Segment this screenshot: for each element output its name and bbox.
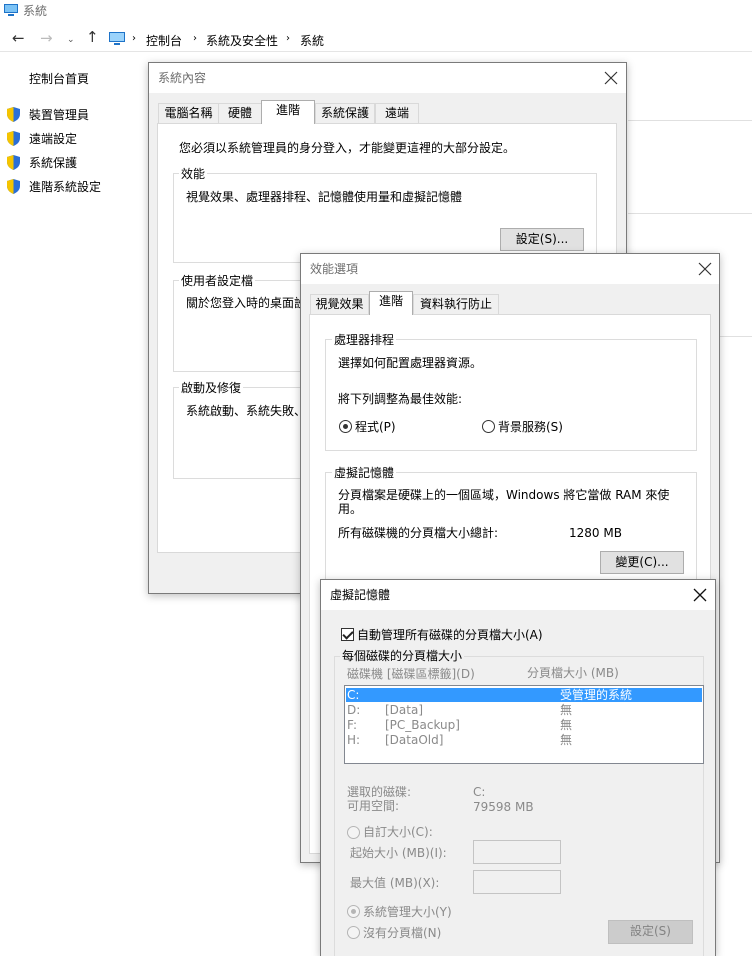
- free-space-value: 79598 MB: [473, 800, 534, 814]
- tab-system-protection[interactable]: 系統保護: [315, 103, 375, 124]
- chevron-right-icon: ›: [132, 33, 136, 44]
- close-icon[interactable]: [692, 587, 708, 603]
- drive-letter[interactable]: F:: [347, 718, 357, 732]
- performance-description: 視覺效果、處理器排程、記憶體使用量和虛擬記憶體: [186, 190, 463, 204]
- uac-shield-icon: [7, 107, 20, 122]
- initial-size-label: 起始大小 (MB)(I):: [350, 846, 447, 860]
- custom-size-radio[interactable]: [347, 826, 360, 839]
- breadcrumb-system-security[interactable]: 系統及安全性: [206, 32, 278, 48]
- per-drive-group-label: 每個磁碟的分頁檔大小: [340, 649, 465, 663]
- admin-note: 您必須以系統管理員的身分登入，才能變更這裡的大部分設定。: [179, 141, 516, 155]
- divider: [720, 336, 752, 337]
- dialog-title: 效能選項: [310, 262, 359, 276]
- custom-size-label[interactable]: 自訂大小(C):: [363, 825, 433, 839]
- drive-column-header: 磁碟機 [磁碟區標籤](D): [347, 667, 475, 681]
- chevron-right-icon: ›: [286, 33, 290, 44]
- set-button[interactable]: 設定(S): [608, 920, 693, 944]
- sidebar-item-system-protection[interactable]: 系統保護: [29, 156, 77, 170]
- programs-radio[interactable]: [339, 420, 352, 433]
- selected-drive-value: C:: [473, 785, 486, 799]
- adjust-for-label: 將下列調整為最佳效能:: [338, 392, 463, 406]
- system-managed-radio[interactable]: [347, 905, 360, 918]
- virtual-memory-label: 虛擬記憶體: [332, 466, 397, 480]
- size-column-header: 分頁檔大小 (MB): [527, 666, 619, 680]
- auto-manage-checkbox[interactable]: [341, 628, 354, 641]
- drive-label[interactable]: [Data]: [385, 703, 423, 717]
- dialog-title: 虛擬記憶體: [330, 588, 391, 602]
- sidebar-home-link[interactable]: 控制台首頁: [29, 72, 89, 86]
- system-managed-label[interactable]: 系統管理大小(Y): [363, 905, 452, 919]
- programs-radio-label[interactable]: 程式(P): [355, 420, 396, 434]
- uac-shield-icon: [7, 179, 20, 194]
- drive-letter[interactable]: C:: [347, 688, 359, 702]
- selected-drive-label: 選取的磁碟:: [347, 785, 412, 799]
- tab-data-execution-prevention[interactable]: 資料執行防止: [413, 294, 499, 315]
- breadcrumb-system[interactable]: 系統: [300, 32, 324, 48]
- back-arrow-icon[interactable]: ←: [12, 31, 25, 46]
- uac-shield-icon: [7, 155, 20, 170]
- user-profiles-group-label: 使用者設定檔: [179, 274, 256, 288]
- performance-group-label: 效能: [179, 167, 208, 181]
- chevron-right-icon: ›: [193, 33, 197, 44]
- no-paging-file-radio[interactable]: [347, 926, 360, 939]
- tab-visual-effects[interactable]: 視覺效果: [310, 294, 369, 315]
- performance-settings-button[interactable]: 設定(S)...: [500, 228, 584, 251]
- no-paging-file-label[interactable]: 沒有分頁檔(N): [363, 926, 441, 940]
- drive-size[interactable]: 無: [560, 703, 572, 717]
- dialog-title-bar: [301, 254, 719, 284]
- dialog-title: 系統內容: [158, 71, 207, 85]
- close-icon[interactable]: [603, 70, 619, 86]
- drive-size[interactable]: 無: [560, 718, 572, 732]
- auto-manage-label[interactable]: 自動管理所有磁碟的分頁檔大小(A): [357, 628, 543, 642]
- processor-scheduling-label: 處理器排程: [332, 333, 397, 347]
- paging-total-label: 所有磁碟機的分頁檔大小總計:: [338, 526, 499, 540]
- up-arrow-icon[interactable]: ↑: [86, 30, 99, 45]
- selected-row-highlight: [346, 688, 702, 702]
- virtual-memory-dialog: 虛擬記憶體 自動管理所有磁碟的分頁檔大小(A) 每個磁碟的分頁檔大小 磁碟機 […: [320, 579, 716, 956]
- sidebar-item-advanced-system-settings[interactable]: 進階系統設定: [29, 180, 101, 194]
- drive-list[interactable]: C: 受管理的系統 D: [Data] 無 F: [PC_Backup] 無 H…: [344, 685, 704, 764]
- drive-size[interactable]: 受管理的系統: [560, 688, 632, 702]
- virtual-memory-description: 分頁檔案是硬碟上的一個區域，Windows 將它當做 RAM 來使用。: [338, 488, 670, 516]
- address-bar-divider: [0, 51, 752, 52]
- initial-size-input[interactable]: [473, 840, 561, 864]
- tab-remote[interactable]: 遠端: [375, 103, 419, 124]
- divider: [628, 120, 752, 121]
- divider: [628, 213, 752, 214]
- computer-icon: [4, 4, 18, 16]
- drive-size[interactable]: 無: [560, 733, 572, 747]
- computer-icon: [109, 32, 125, 45]
- drive-letter[interactable]: D:: [347, 703, 360, 717]
- user-profiles-description: 關於您登入時的桌面設: [186, 296, 307, 310]
- drive-letter[interactable]: H:: [347, 733, 360, 747]
- maximum-size-label: 最大值 (MB)(X):: [350, 876, 440, 890]
- tab-hardware[interactable]: 硬體: [218, 103, 262, 124]
- uac-shield-icon: [7, 131, 20, 146]
- maximum-size-input[interactable]: [473, 870, 561, 894]
- change-virtual-memory-button[interactable]: 變更(C)...: [600, 551, 684, 574]
- startup-recovery-group-label: 啟動及修復: [179, 381, 244, 395]
- drive-label[interactable]: [DataOld]: [385, 733, 443, 747]
- free-space-label: 可用空間:: [347, 799, 400, 813]
- processor-scheduling-description: 選擇如何配置處理器資源。: [338, 356, 483, 370]
- tab-computer-name[interactable]: 電腦名稱: [158, 103, 219, 124]
- close-icon[interactable]: [697, 261, 713, 277]
- background-services-radio-label[interactable]: 背景服務(S): [498, 420, 563, 434]
- recent-chevron-down-icon[interactable]: ⌄: [67, 33, 75, 47]
- tab-advanced[interactable]: 進階: [261, 100, 315, 124]
- paging-total-value: 1280 MB: [569, 526, 622, 540]
- tab-advanced[interactable]: 進階: [369, 291, 413, 315]
- startup-recovery-description: 系統啟動、系統失敗、: [186, 404, 307, 418]
- dialog-title-bar: [149, 63, 626, 93]
- forward-arrow-icon[interactable]: →: [40, 31, 53, 46]
- drive-label[interactable]: [PC_Backup]: [385, 718, 460, 732]
- background-services-radio[interactable]: [482, 420, 495, 433]
- window-title: 系統: [23, 4, 48, 18]
- sidebar-item-device-manager[interactable]: 裝置管理員: [29, 108, 89, 122]
- breadcrumb-control-panel[interactable]: 控制台: [146, 32, 182, 48]
- sidebar-item-remote-settings[interactable]: 遠端設定: [29, 132, 77, 146]
